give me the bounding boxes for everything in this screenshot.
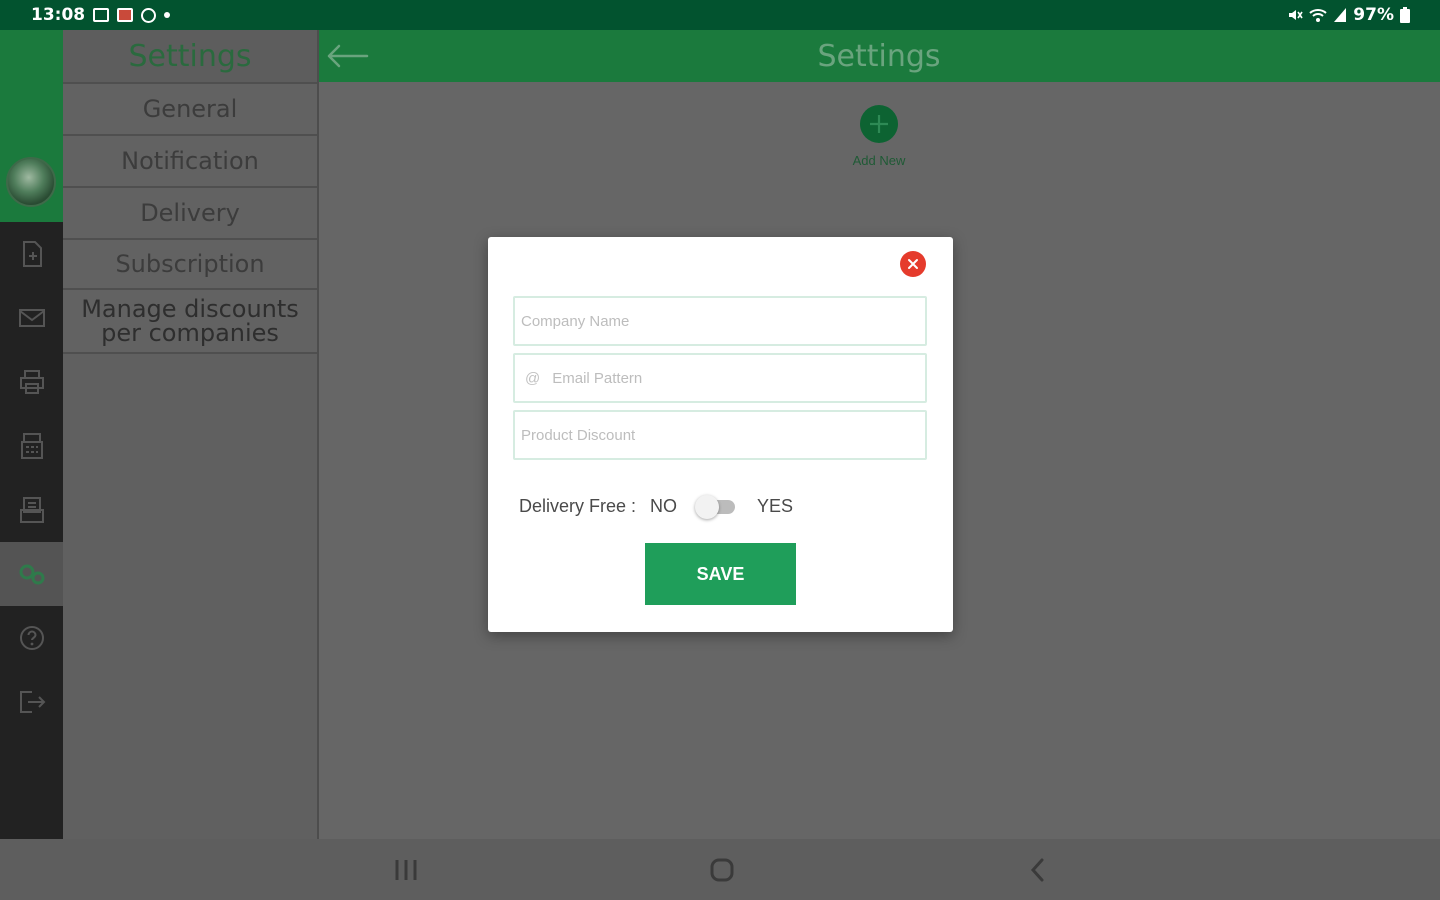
recent-apps-icon (395, 859, 417, 880)
nav-rail (0, 82, 63, 839)
system-back-button[interactable] (998, 839, 1078, 900)
home-icon (710, 858, 734, 881)
system-nav-bar (0, 839, 1440, 900)
status-time: 13:08 (31, 5, 86, 25)
status-right: 97% (1287, 5, 1410, 25)
battery-percent: 97% (1353, 5, 1394, 25)
rail-item-receipts[interactable] (0, 478, 63, 542)
settings-menu-title: Settings (63, 30, 317, 84)
rail-item-messages[interactable] (0, 286, 63, 350)
status-left: 13:08 (31, 5, 171, 25)
plus-icon (870, 115, 888, 133)
menu-item-notification[interactable]: Notification (63, 136, 317, 188)
wifi-icon (1309, 9, 1327, 22)
delivery-free-label: Delivery Free : (519, 495, 637, 516)
help-icon (19, 626, 44, 650)
close-icon (908, 259, 918, 269)
delivery-free-toggle[interactable] (695, 495, 736, 519)
menu-item-delivery[interactable]: Delivery (63, 188, 317, 240)
close-button[interactable] (900, 251, 926, 277)
recent-apps-button[interactable] (366, 839, 446, 900)
document-icon (22, 241, 42, 267)
toggle-no-label: NO (650, 495, 678, 516)
status-bar: 13:08 97% (0, 0, 1440, 30)
home-button[interactable] (682, 839, 762, 900)
toggle-knob (695, 495, 720, 519)
add-new-label: Add New (852, 153, 906, 168)
rail-item-logout[interactable] (0, 670, 63, 734)
menu-item-manage-discounts[interactable]: Manage discounts per companies (63, 290, 317, 354)
company-name-field (513, 296, 927, 346)
delivery-free-row: Delivery Free : NO YES (519, 491, 793, 521)
circle-icon (141, 7, 157, 23)
mute-icon (1289, 10, 1303, 20)
battery-icon (1400, 7, 1410, 23)
register-icon (20, 433, 43, 459)
rail-item-settings[interactable] (0, 542, 63, 606)
rail-item-documents[interactable] (0, 222, 63, 286)
settings-menu: Settings General Notification Delivery S… (63, 30, 319, 839)
product-discount-field (513, 410, 927, 460)
company-name-input[interactable] (515, 312, 925, 330)
add-circle (860, 105, 898, 143)
image-icon (93, 8, 110, 22)
email-pattern-field: @ (513, 353, 927, 403)
printer-icon (19, 370, 44, 394)
email-pattern-input[interactable] (546, 369, 925, 387)
mail-icon (18, 309, 45, 327)
add-company-dialog: @ Delivery Free : NO YES SAVE (488, 237, 953, 632)
rail-item-help[interactable] (0, 606, 63, 670)
menu-item-general[interactable]: General (63, 84, 317, 136)
logout-icon (19, 691, 45, 713)
email-at-prefix: @ (525, 369, 541, 387)
rail-item-print[interactable] (0, 350, 63, 414)
signal-icon (1334, 8, 1347, 22)
product-discount-input[interactable] (515, 426, 925, 444)
app-icon (117, 8, 134, 22)
page-title: Settings (817, 38, 941, 74)
settings-gears-icon (19, 564, 44, 585)
save-button[interactable]: SAVE (645, 543, 796, 605)
dot-icon (164, 12, 171, 18)
toggle-yes-label: YES (757, 495, 794, 516)
menu-item-subscription[interactable]: Subscription (63, 240, 317, 290)
add-new-button[interactable]: Add New (820, 105, 938, 185)
avatar[interactable] (6, 157, 56, 207)
rail-item-register[interactable] (0, 414, 63, 478)
receipt-icon (19, 497, 44, 523)
chevron-left-icon (1030, 858, 1044, 881)
